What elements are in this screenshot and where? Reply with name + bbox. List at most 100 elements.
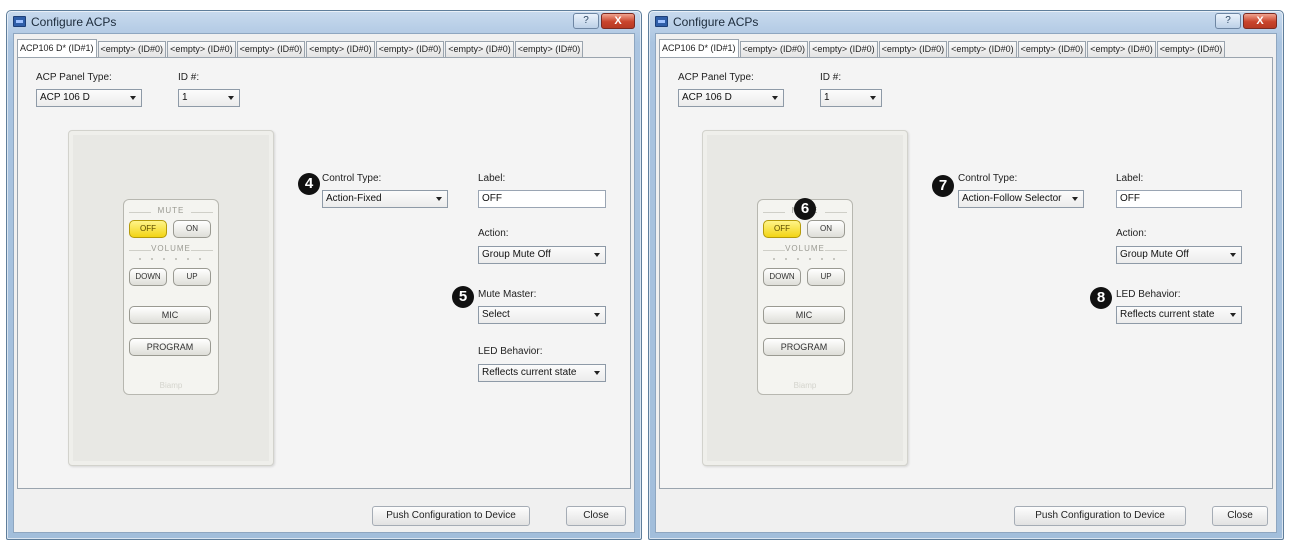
callout-4: 4 — [298, 173, 320, 195]
led-behavior-value: Reflects current state — [482, 367, 577, 378]
chevron-down-icon — [594, 253, 600, 257]
tab-empty[interactable]: <empty> (ID#0) — [948, 41, 1017, 57]
led-behavior-value: Reflects current state — [1120, 309, 1215, 320]
tab-empty[interactable]: <empty> (ID#0) — [375, 41, 445, 57]
help-button[interactable]: ? — [573, 13, 599, 29]
mute-group-line: MUTE — [129, 206, 213, 215]
window-title: Configure ACPs — [673, 15, 759, 29]
screenshot-stage: Configure ACPs ? X ACP106 D* (ID#1) <empt… — [0, 0, 1290, 546]
down-key[interactable]: DOWN — [129, 268, 167, 286]
action-select[interactable]: Group Mute Off — [1116, 246, 1242, 264]
window-client: ACP106 D* (ID#1) <empty> (ID#0) <empty> (I… — [13, 33, 635, 533]
title-bar[interactable]: Configure ACPs ? X — [7, 11, 641, 33]
app-icon — [655, 16, 668, 27]
mic-key[interactable]: MIC — [763, 306, 845, 324]
mute-group-label: MUTE — [151, 206, 191, 215]
close-button[interactable]: Close — [1212, 506, 1268, 526]
chevron-down-icon — [130, 96, 136, 100]
panel-type-value: ACP 106 D — [682, 92, 732, 103]
tab-empty[interactable]: <empty> (ID#0) — [97, 41, 167, 57]
led-behavior-select[interactable]: Reflects current state — [478, 364, 606, 382]
volume-group-line: VOLUME — [763, 244, 847, 253]
panel-type-select[interactable]: ACP 106 D — [36, 89, 142, 107]
label-field[interactable]: OFF — [478, 190, 606, 208]
close-window-button[interactable]: X — [1243, 13, 1277, 29]
panel-type-label: ACP Panel Type: — [678, 72, 754, 83]
acp-panel-preview: MUTE OFF ON VOLUME DOWN UP MIC PROGRAM B… — [68, 130, 274, 466]
tab-empty[interactable]: <empty> (ID#0) — [1156, 41, 1226, 57]
panel-type-select[interactable]: ACP 106 D — [678, 89, 784, 107]
off-key[interactable]: OFF — [763, 220, 801, 238]
action-select[interactable]: Group Mute Off — [478, 246, 606, 264]
action-label: Action: — [478, 228, 509, 239]
action-value: Group Mute Off — [482, 249, 551, 260]
chevron-down-icon — [1230, 313, 1236, 317]
program-key[interactable]: PROGRAM — [129, 338, 211, 356]
title-bar[interactable]: Configure ACPs ? X — [649, 11, 1283, 33]
configure-acps-window-left: Configure ACPs ? X ACP106 D* (ID#1) <empt… — [6, 10, 642, 540]
control-type-select[interactable]: Action-Follow Selector — [958, 190, 1084, 208]
keypad: MUTE OFF ON 6 VOLUME DOWN UP MIC PROGRAM — [757, 198, 853, 395]
chevron-down-icon — [1230, 253, 1236, 257]
off-key[interactable]: OFF — [129, 220, 167, 238]
tab-empty[interactable]: <empty> (ID#0) — [445, 41, 514, 57]
control-type-label: Control Type: — [958, 173, 1018, 184]
volume-group-line: VOLUME — [129, 244, 213, 253]
tab-page: ACP Panel Type: ACP 106 D ID #: 1 MUTE O… — [659, 57, 1273, 489]
down-key[interactable]: DOWN — [763, 268, 801, 286]
control-type-value: Action-Follow Selector — [962, 193, 1062, 204]
id-label: ID #: — [820, 72, 842, 83]
tab-empty[interactable]: <empty> (ID#0) — [739, 41, 809, 57]
program-key[interactable]: PROGRAM — [763, 338, 845, 356]
acp-tabs: ACP106 D* (ID#1) <empty> (ID#0) <empty> (I… — [659, 39, 1276, 57]
close-window-button[interactable]: X — [601, 13, 635, 29]
on-key[interactable]: ON — [173, 220, 211, 238]
id-label: ID #: — [178, 72, 200, 83]
led-behavior-label: LED Behavior: — [1116, 289, 1181, 300]
callout-7: 7 — [932, 175, 954, 197]
tab-empty[interactable]: <empty> (ID#0) — [878, 41, 948, 57]
tab-empty[interactable]: <empty> (ID#0) — [306, 41, 375, 57]
up-key[interactable]: UP — [173, 268, 211, 286]
volume-led-dots — [768, 257, 844, 261]
chevron-down-icon — [594, 313, 600, 317]
push-configuration-button[interactable]: Push Configuration to Device — [372, 506, 530, 526]
control-type-value: Action-Fixed — [326, 193, 382, 204]
help-button[interactable]: ? — [1215, 13, 1241, 29]
led-behavior-label: LED Behavior: — [478, 346, 543, 357]
window-title: Configure ACPs — [31, 15, 117, 29]
label-field[interactable]: OFF — [1116, 190, 1242, 208]
label-label: Label: — [1116, 173, 1144, 184]
mute-master-value: Select — [482, 309, 510, 320]
tab-empty[interactable]: <empty> (ID#0) — [1087, 41, 1156, 57]
configure-acps-window-right: Configure ACPs ? X ACP106 D* (ID#1) <empt… — [648, 10, 1284, 540]
action-value: Group Mute Off — [1120, 249, 1189, 260]
control-type-select[interactable]: Action-Fixed — [322, 190, 448, 208]
chevron-down-icon — [870, 96, 876, 100]
volume-group-label: VOLUME — [785, 244, 825, 253]
close-button[interactable]: Close — [566, 506, 626, 526]
callout-6: 6 — [794, 198, 816, 220]
id-select[interactable]: 1 — [178, 89, 240, 107]
id-select[interactable]: 1 — [820, 89, 882, 107]
chevron-down-icon — [228, 96, 234, 100]
volume-group-label: VOLUME — [151, 244, 191, 253]
led-behavior-select[interactable]: Reflects current state — [1116, 306, 1242, 324]
chevron-down-icon — [772, 96, 778, 100]
mute-master-select[interactable]: Select — [478, 306, 606, 324]
brand-logo: Biamp — [793, 381, 817, 390]
tab-empty[interactable]: <empty> (ID#0) — [514, 41, 584, 57]
callout-5: 5 — [452, 286, 474, 308]
volume-led-dots — [134, 257, 210, 261]
tab-acp106[interactable]: ACP106 D* (ID#1) — [17, 39, 97, 57]
tab-empty[interactable]: <empty> (ID#0) — [236, 41, 306, 57]
tab-empty[interactable]: <empty> (ID#0) — [167, 41, 236, 57]
acp-tabs: ACP106 D* (ID#1) <empty> (ID#0) <empty> (I… — [17, 39, 634, 57]
up-key[interactable]: UP — [807, 268, 845, 286]
tab-empty[interactable]: <empty> (ID#0) — [1017, 41, 1087, 57]
on-key[interactable]: ON — [807, 220, 845, 238]
tab-acp106[interactable]: ACP106 D* (ID#1) — [659, 39, 739, 57]
tab-empty[interactable]: <empty> (ID#0) — [809, 41, 878, 57]
push-configuration-button[interactable]: Push Configuration to Device — [1014, 506, 1186, 526]
mic-key[interactable]: MIC — [129, 306, 211, 324]
